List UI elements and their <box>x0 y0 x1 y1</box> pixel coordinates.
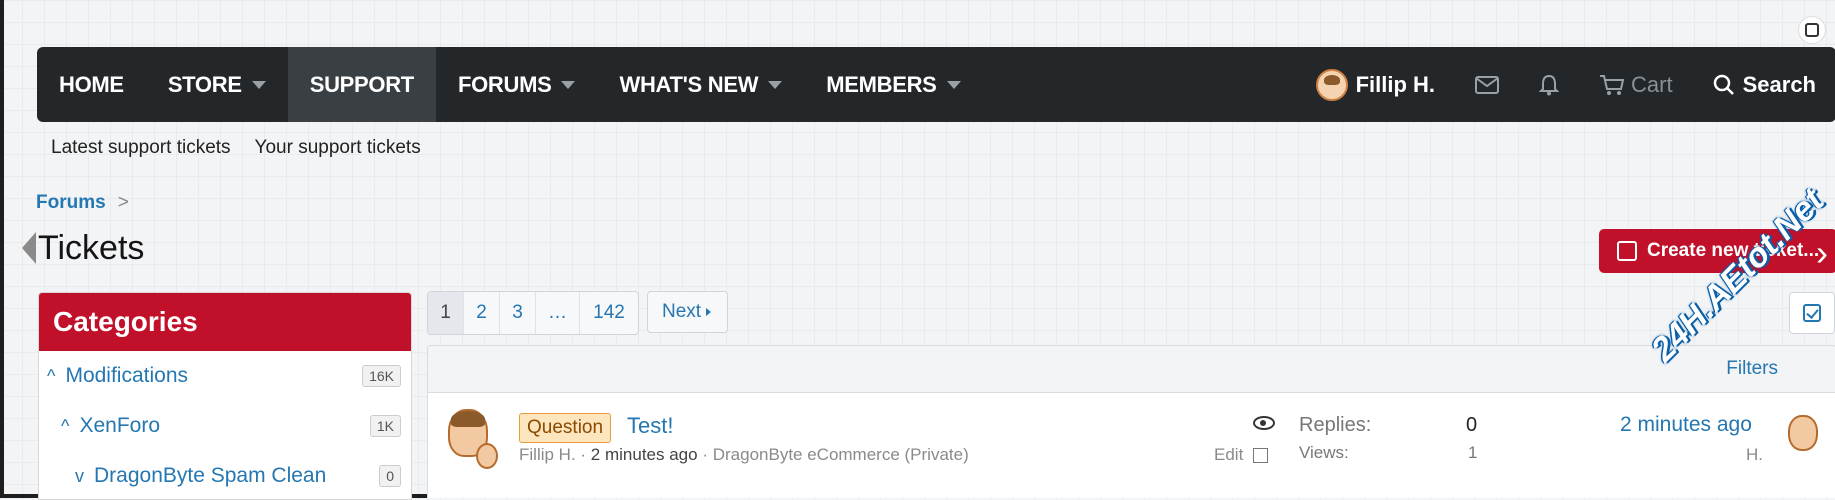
page-title: Tickets <box>38 229 145 267</box>
categories-panel: Categories ^ Modifications 16K ^ XenForo… <box>38 292 412 500</box>
watermark: 24H.AEtot.Net <box>1644 181 1832 369</box>
nav-support[interactable]: SUPPORT <box>287 47 436 122</box>
filter-bar: Filters <box>427 345 1835 393</box>
checkbox-icon <box>1803 304 1821 322</box>
inbox-button[interactable] <box>1455 47 1519 122</box>
eye-icon <box>1253 416 1275 430</box>
replies-count: 0 <box>1466 414 1478 436</box>
nav-store[interactable]: STORE <box>146 47 288 122</box>
question-prefix-badge[interactable]: Question <box>519 413 612 443</box>
screenshot-icon[interactable] <box>1798 16 1826 44</box>
account-menu[interactable]: Fillip H. <box>1296 47 1455 122</box>
chevron-down-icon[interactable] <box>561 80 576 89</box>
category-dragonbyte-spam-clean[interactable]: v DragonByte Spam Clean 0 <box>39 451 411 499</box>
latest-tickets-link[interactable]: Latest support tickets <box>51 137 231 159</box>
chevron-down-icon[interactable] <box>768 80 783 89</box>
ticket-author[interactable]: Fillip H. <box>519 445 576 464</box>
ticket-category[interactable]: DragonByte eCommerce (Private) <box>713 445 969 464</box>
pagination: 1 2 3 … 142 <box>427 291 639 335</box>
avatar[interactable] <box>1788 415 1818 451</box>
avatar[interactable] <box>446 409 498 469</box>
next-page-button[interactable]: Next <box>647 291 729 333</box>
count-badge: 16K <box>362 365 401 387</box>
category-modifications[interactable]: ^ Modifications 16K <box>39 351 411 401</box>
breadcrumb-separator: > <box>117 192 129 213</box>
views-count: 1 <box>1468 443 1478 462</box>
caret-right-icon <box>706 308 712 316</box>
nav-home[interactable]: HOME <box>37 47 146 122</box>
breadcrumb-forums[interactable]: Forums <box>36 192 106 214</box>
views-label: Views: <box>1299 443 1349 462</box>
sub-navigation: Latest support tickets Your support tick… <box>51 137 421 159</box>
chevron-up-icon[interactable]: ^ <box>47 366 55 387</box>
category-xenforo[interactable]: ^ XenForo 1K <box>39 401 411 451</box>
breadcrumb: Forums > <box>36 192 129 214</box>
page-1[interactable]: 1 <box>428 292 464 334</box>
count-badge: 0 <box>379 465 401 487</box>
search-button[interactable]: Search <box>1693 47 1835 122</box>
filters-button[interactable]: Filters <box>1726 358 1778 380</box>
user-name: Fillip H. <box>1355 71 1436 97</box>
select-threads-button[interactable] <box>1789 292 1835 334</box>
nav-whats-new[interactable]: WHAT'S NEW <box>597 47 804 122</box>
cart-icon <box>1600 74 1625 95</box>
page-2[interactable]: 2 <box>464 292 500 334</box>
nav-members[interactable]: MEMBERS <box>804 47 982 122</box>
main-navbar: HOME STORE SUPPORT FORUMS WHAT'S NEW MEM… <box>37 47 1835 122</box>
your-tickets-link[interactable]: Your support tickets <box>255 137 421 159</box>
categories-heading: Categories <box>39 293 411 351</box>
cart-button[interactable]: Cart <box>1579 47 1693 122</box>
edit-toggle[interactable]: Edit <box>1214 445 1269 465</box>
chevron-down-icon[interactable] <box>251 80 266 89</box>
nav-forums[interactable]: FORUMS <box>436 47 598 122</box>
count-badge: 1K <box>369 415 401 437</box>
table-row: Question Test! Fillip H. · 2 minutes ago… <box>427 393 1835 498</box>
replies-label: Replies: <box>1299 414 1372 436</box>
ticket-time[interactable]: 2 minutes ago <box>591 445 698 464</box>
last-post-time[interactable]: 2 minutes ago <box>1620 413 1752 437</box>
previous-arrow-icon[interactable] <box>22 232 36 264</box>
page-3[interactable]: 3 <box>500 292 536 334</box>
alerts-button[interactable] <box>1519 47 1579 122</box>
envelope-icon <box>1475 75 1500 94</box>
avatar <box>1315 68 1348 101</box>
chevron-up-icon[interactable]: ^ <box>61 416 69 437</box>
bell-icon <box>1539 74 1560 95</box>
chevron-down-icon[interactable] <box>946 80 961 89</box>
ticket-title[interactable]: Test! <box>627 413 673 439</box>
page-jump[interactable]: … <box>536 292 580 334</box>
last-post-user[interactable]: H. <box>1746 445 1763 465</box>
next-arrow-icon[interactable]: › <box>1816 232 1828 274</box>
edit-icon <box>1617 241 1637 261</box>
select-checkbox[interactable] <box>1253 447 1269 463</box>
ticket-meta: Fillip H. · 2 minutes ago · DragonByte e… <box>519 445 969 464</box>
page-142[interactable]: 142 <box>580 292 638 334</box>
search-icon <box>1713 74 1734 95</box>
chevron-down-icon[interactable]: v <box>75 466 84 487</box>
